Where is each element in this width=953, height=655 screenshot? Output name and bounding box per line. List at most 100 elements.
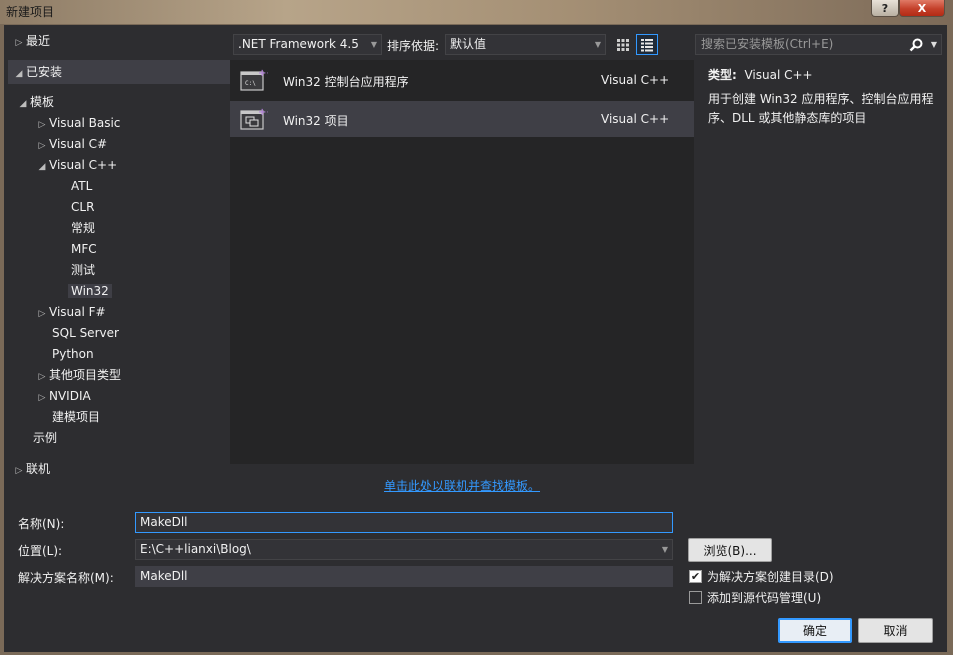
template-name: Win32 项目 xyxy=(283,114,349,128)
svg-text:++: ++ xyxy=(258,68,268,79)
tree-item-installed[interactable]: ◢ 已安装 xyxy=(8,60,230,84)
framework-select[interactable]: .NET Framework 4.5 ▼ xyxy=(233,34,382,55)
win32-project-icon: ++ xyxy=(240,107,268,130)
tree-item-online[interactable]: ▷ 联机 xyxy=(12,459,50,480)
list-view-button[interactable] xyxy=(636,34,658,55)
type-value: Visual C++ xyxy=(744,68,813,82)
small-icons-view-button[interactable] xyxy=(612,34,634,55)
ok-button-label: 确定 xyxy=(802,624,827,638)
collapse-arrow-icon[interactable]: ◢ xyxy=(12,62,26,86)
tree-item-atl[interactable]: ATL xyxy=(71,176,92,197)
list-icon xyxy=(641,38,653,51)
tree-item-label: 联机 xyxy=(26,462,51,476)
chevron-down-icon[interactable]: ▼ xyxy=(662,540,668,559)
close-icon: X xyxy=(917,1,927,15)
tree-item-visual-csharp[interactable]: ▷ Visual C# xyxy=(35,134,108,157)
grid-icon xyxy=(617,38,629,51)
create-directory-checkbox[interactable]: ✔ 为解决方案创建目录(D) xyxy=(689,568,834,585)
tree-item-recent[interactable]: ▷ 最近 xyxy=(12,31,50,52)
search-placeholder: 搜索已安装模板(Ctrl+E) xyxy=(701,37,834,51)
chevron-down-icon[interactable]: ▼ xyxy=(931,35,937,54)
add-source-control-label: 添加到源代码管理(U) xyxy=(707,591,822,605)
tree-item-label: 已安装 xyxy=(26,65,63,79)
template-description: 类型: Visual C++ 用于创建 Win32 应用程序、控制台应用程序、D… xyxy=(708,65,944,128)
browse-button[interactable]: 浏览(B)... xyxy=(688,538,772,562)
tree-item-label: NVIDIA xyxy=(49,389,91,403)
expand-arrow-icon[interactable]: ▷ xyxy=(35,304,49,325)
tree-item-nvidia[interactable]: ▷ NVIDIA xyxy=(35,386,91,407)
tree-item-label: 其他项目类型 xyxy=(49,368,122,382)
template-name: Win32 控制台应用程序 xyxy=(283,75,409,89)
chevron-down-icon: ▼ xyxy=(370,40,377,49)
empty-checkbox-icon[interactable] xyxy=(689,591,702,604)
svg-text:++: ++ xyxy=(258,107,268,118)
template-item-win32-project[interactable]: ++ Win32 项目 Visual C++ xyxy=(230,101,694,137)
expand-arrow-icon[interactable]: ▷ xyxy=(35,388,49,409)
tree-item-sql-server[interactable]: SQL Server xyxy=(52,323,119,344)
tree-item-label: Visual C# xyxy=(49,137,108,151)
tree-item-mfc[interactable]: MFC xyxy=(71,239,97,260)
tree-item-samples[interactable]: 示例 xyxy=(33,428,57,449)
tree-item-visual-basic[interactable]: ▷ Visual Basic xyxy=(35,113,121,136)
sort-value: 默认值 xyxy=(450,37,487,51)
expand-arrow-icon[interactable]: ▷ xyxy=(35,136,49,157)
collapse-arrow-icon[interactable]: ◢ xyxy=(35,157,49,178)
title-bar: 新建项目 ? X xyxy=(0,0,953,24)
tree-item-win32[interactable]: Win32 xyxy=(68,281,112,302)
console-app-icon: C:\ ++ xyxy=(240,68,268,91)
type-label: 类型: xyxy=(708,68,737,82)
checkmark-icon[interactable]: ✔ xyxy=(689,570,702,583)
template-language: Visual C++ xyxy=(601,112,670,126)
project-form: 名称(N): MakeDll 位置(L): E:\C++lianxi\Blog\… xyxy=(4,506,947,652)
expand-arrow-icon[interactable]: ▷ xyxy=(35,367,49,388)
template-item-win32-console[interactable]: C:\ ++ Win32 控制台应用程序 Visual C++ xyxy=(230,62,694,98)
search-icon[interactable] xyxy=(909,38,923,52)
template-list: C:\ ++ Win32 控制台应用程序 Visual C++ ++ Win32… xyxy=(230,60,694,464)
tree-item-templates[interactable]: ◢ 模板 xyxy=(16,92,54,113)
tree-item-label: Win32 xyxy=(68,284,112,298)
window-title: 新建项目 xyxy=(6,5,55,19)
tree-item-label: Visual F# xyxy=(49,305,106,319)
tree-item-visual-cpp[interactable]: ◢ Visual C++ xyxy=(35,155,118,178)
expand-arrow-icon[interactable]: ▷ xyxy=(12,461,26,482)
solution-name-label: 解决方案名称(M): xyxy=(18,571,114,585)
tree-item-other-types[interactable]: ▷ 其他项目类型 xyxy=(35,365,121,386)
location-value: E:\C++lianxi\Blog\ xyxy=(140,542,251,556)
tree-item-label: Visual Basic xyxy=(49,116,121,130)
solution-name-value: MakeDll xyxy=(140,569,188,583)
collapse-arrow-icon[interactable]: ◢ xyxy=(16,94,30,115)
ok-button[interactable]: 确定 xyxy=(778,618,852,643)
add-source-control-checkbox[interactable]: 添加到源代码管理(U) xyxy=(689,589,821,606)
expand-arrow-icon[interactable]: ▷ xyxy=(35,115,49,136)
cancel-button-label: 取消 xyxy=(883,624,908,638)
tree-item-label: 最近 xyxy=(26,34,51,48)
name-label: 名称(N): xyxy=(18,517,65,531)
create-directory-label: 为解决方案创建目录(D) xyxy=(707,570,834,584)
tree-item-label: 模板 xyxy=(30,95,55,109)
solution-name-input[interactable]: MakeDll xyxy=(135,566,673,587)
template-tree: ▷ 最近 ◢ 已安装 ◢ 模板 ▷ Visual Basic ▷ Visual C# ◢ V… xyxy=(4,25,230,506)
project-name-input[interactable]: MakeDll xyxy=(135,512,673,533)
tree-item-test[interactable]: 测试 xyxy=(71,260,95,281)
template-type-line: 类型: Visual C++ xyxy=(708,65,944,86)
description-text: 用于创建 Win32 应用程序、控制台应用程序、DLL 或其他静态库的项目 xyxy=(708,92,934,125)
cancel-button[interactable]: 取消 xyxy=(858,618,933,643)
online-templates-link[interactable]: 单击此处以联机并查找模板。 xyxy=(384,477,540,494)
tree-item-python[interactable]: Python xyxy=(52,344,94,365)
framework-value: .NET Framework 4.5 xyxy=(238,37,359,51)
search-input[interactable]: 搜索已安装模板(Ctrl+E) ▼ xyxy=(695,34,942,55)
close-button[interactable]: X xyxy=(899,0,945,17)
tree-item-general[interactable]: 常规 xyxy=(71,218,95,239)
tree-item-modeling[interactable]: 建模项目 xyxy=(52,407,100,428)
location-combobox[interactable]: E:\C++lianxi\Blog\ ▼ xyxy=(135,539,673,560)
new-project-dialog: ▷ 最近 ◢ 已安装 ◢ 模板 ▷ Visual Basic ▷ Visual C# ◢ V… xyxy=(4,25,947,652)
tree-item-clr[interactable]: CLR xyxy=(71,197,94,218)
location-label: 位置(L): xyxy=(18,544,63,558)
sort-select[interactable]: 默认值 ▼ xyxy=(445,34,606,55)
tree-item-visual-fsharp[interactable]: ▷ Visual F# xyxy=(35,302,106,323)
sort-label: 排序依据: xyxy=(387,39,440,53)
svg-text:C:\: C:\ xyxy=(245,80,256,87)
help-button[interactable]: ? xyxy=(871,0,899,17)
expand-arrow-icon[interactable]: ▷ xyxy=(12,33,26,54)
browse-button-label: 浏览(B)... xyxy=(703,543,757,558)
